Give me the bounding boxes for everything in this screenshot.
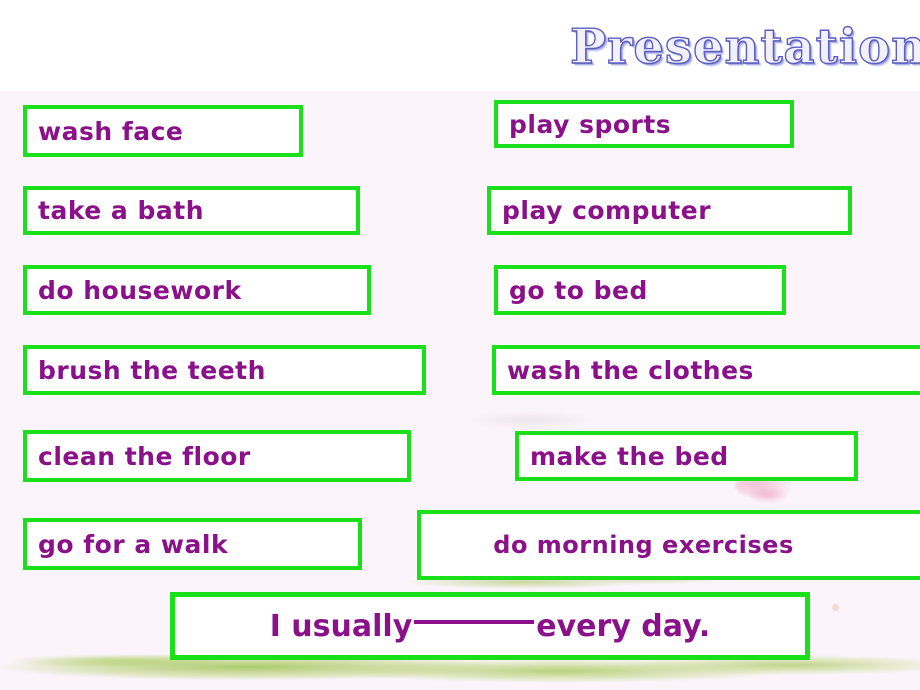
phrase-box-go-for-a-walk[interactable]: go for a walk: [23, 518, 362, 570]
page-title: Presentation: [569, 19, 920, 75]
phrase-label: play computer: [502, 196, 712, 225]
phrase-box-play-computer[interactable]: play computer: [487, 186, 852, 235]
phrase-box-wash-face[interactable]: wash face: [23, 105, 303, 157]
phrase-box-make-the-bed[interactable]: make the bed: [515, 431, 858, 481]
phrase-label: clean the floor: [38, 441, 251, 471]
phrase-label: do housework: [38, 275, 242, 305]
phrase-box-play-sports[interactable]: play sports: [494, 100, 794, 148]
phrase-box-wash-the-clothes[interactable]: wash the clothes: [492, 345, 920, 395]
phrase-box-do-housework[interactable]: do housework: [23, 265, 371, 315]
phrase-label: wash face: [38, 116, 184, 146]
phrase-box-brush-the-teeth[interactable]: brush the teeth: [23, 345, 426, 395]
phrase-label: go for a walk: [38, 529, 229, 559]
phrase-label: make the bed: [530, 441, 729, 471]
sentence-frame[interactable]: I usually every day.: [170, 592, 810, 660]
presentation-slide: Presentation wash face take a bath do ho…: [0, 0, 920, 690]
phrase-label: take a bath: [38, 196, 205, 225]
phrase-box-do-morning-exercises[interactable]: do morning exercises: [417, 510, 920, 580]
phrase-label: do morning exercises: [493, 531, 794, 559]
phrase-box-go-to-bed[interactable]: go to bed: [494, 265, 786, 315]
phrase-box-take-a-bath[interactable]: take a bath: [23, 186, 360, 235]
phrase-label: go to bed: [509, 275, 648, 305]
sentence-suffix: every day.: [536, 608, 711, 644]
phrase-label: play sports: [509, 109, 672, 139]
phrase-label: brush the teeth: [38, 355, 266, 385]
sentence-prefix: I usually: [269, 608, 413, 644]
phrase-box-clean-the-floor[interactable]: clean the floor: [23, 430, 411, 482]
sentence-blank-line[interactable]: [414, 620, 535, 624]
phrase-label: wash the clothes: [507, 355, 754, 385]
